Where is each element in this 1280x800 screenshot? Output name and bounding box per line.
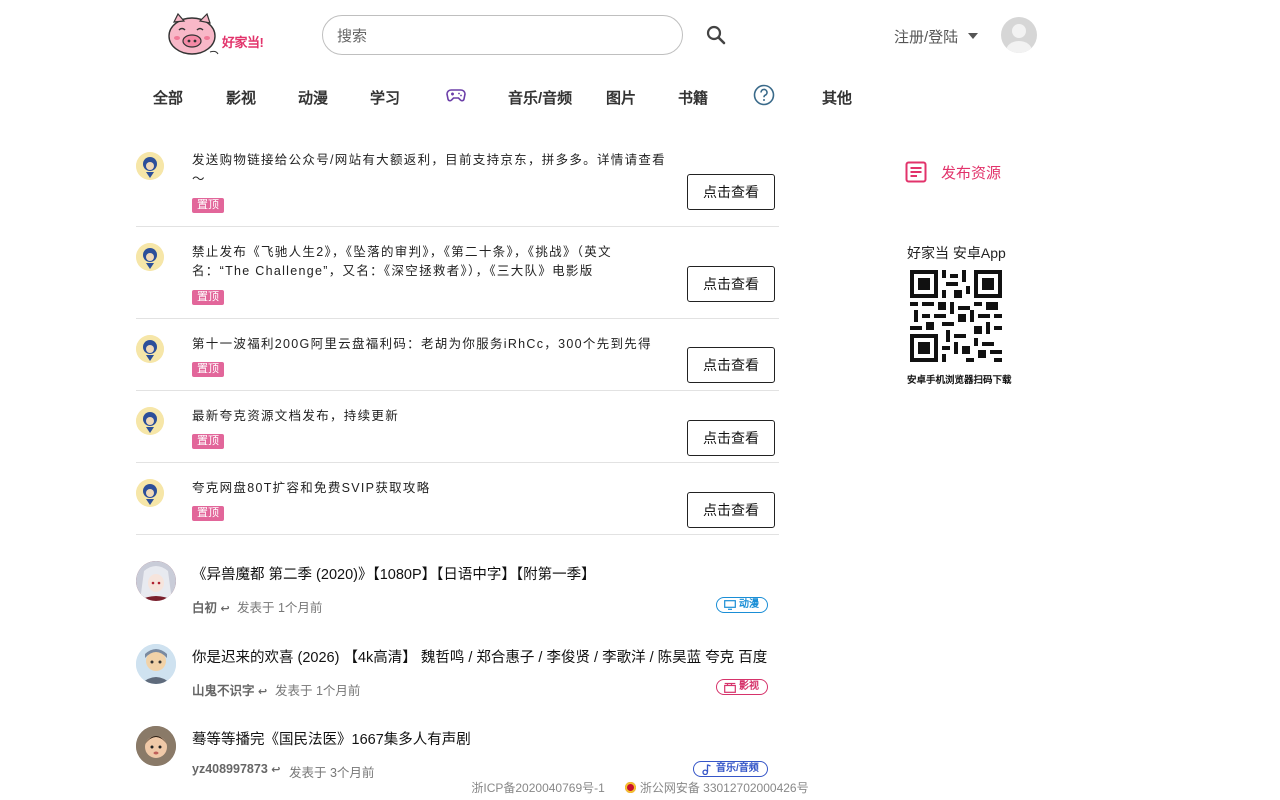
category-badge[interactable]: 影视 bbox=[716, 679, 768, 695]
nav-movies[interactable]: 影视 bbox=[226, 87, 256, 108]
clapperboard-icon bbox=[724, 682, 736, 693]
police-badge-icon bbox=[625, 782, 637, 793]
pinned-tag: 置顶 bbox=[192, 434, 224, 449]
post-title[interactable]: 蓦等等播完《国民法医》1667集多人有声剧 bbox=[192, 728, 471, 749]
pinned-title[interactable]: 夸克网盘80T扩容和免费SVIP获取攻略 bbox=[192, 479, 666, 498]
login-register-link[interactable]: 注册/登陆 bbox=[894, 26, 958, 47]
post-time: 发表于 1个月前 bbox=[275, 684, 361, 698]
publish-label: 发布资源 bbox=[941, 165, 1002, 182]
post-time: 发表于 1个月前 bbox=[237, 601, 323, 615]
police-record-link[interactable]: 浙公网安备 33012702000426号 bbox=[640, 781, 809, 795]
child-photo-avatar-icon bbox=[136, 726, 176, 766]
admin-avatar[interactable] bbox=[136, 152, 164, 180]
view-button[interactable]: 点击查看 bbox=[687, 174, 775, 210]
pinned-title[interactable]: 发送购物链接给公众号/网站有大额返利，目前支持京东，拼多多。详情请查看～ bbox=[192, 151, 666, 189]
monkey-avatar-icon bbox=[136, 479, 164, 507]
chevron-down-icon[interactable] bbox=[968, 33, 978, 39]
author-name[interactable]: 白初 ↩ bbox=[192, 597, 230, 616]
monkey-avatar-icon bbox=[136, 243, 164, 271]
category-badge[interactable]: 音乐/音频 bbox=[693, 761, 768, 777]
author-name-text: 山鬼不识字 bbox=[192, 684, 255, 698]
category-badge[interactable]: 动漫 bbox=[716, 597, 768, 613]
author-avatar[interactable] bbox=[136, 644, 176, 684]
author-name-text: 白初 bbox=[192, 601, 218, 615]
view-button[interactable]: 点击查看 bbox=[687, 492, 775, 528]
nav-music[interactable]: 音乐/音频 bbox=[508, 87, 572, 108]
search-icon bbox=[706, 25, 726, 45]
pinned-row: 发送购物链接给公众号/网站有大额返利，目前支持京东，拼多多。详情请查看～ 置顶 … bbox=[136, 143, 779, 227]
pinned-row: 最新夸克资源文档发布，持续更新 置顶 点击查看 bbox=[136, 391, 779, 463]
admin-avatar[interactable] bbox=[136, 243, 164, 271]
pinned-title[interactable]: 最新夸克资源文档发布，持续更新 bbox=[192, 407, 666, 426]
document-edit-icon bbox=[905, 161, 927, 183]
monkey-avatar-icon bbox=[136, 407, 164, 435]
category-badge-label: 影视 bbox=[739, 681, 759, 692]
nav-all[interactable]: 全部 bbox=[153, 87, 183, 108]
post-title[interactable]: 你是迟来的欢喜 (2026) 【4k高清】 魏哲鸣 / 郑合惠子 / 李俊贤 /… bbox=[192, 646, 767, 667]
author-name-text: yz408997873 bbox=[192, 762, 268, 776]
user-avatar[interactable] bbox=[1001, 17, 1037, 53]
app-promo-title: 好家当 安卓App bbox=[907, 245, 1006, 261]
user-placeholder-icon bbox=[1006, 24, 1032, 53]
footer: 浙ICP备2020040769号-1 浙公网安备 33012702000426号 bbox=[0, 779, 1280, 796]
pinned-tag: 置顶 bbox=[192, 198, 224, 213]
admin-avatar[interactable] bbox=[136, 479, 164, 507]
nav-games[interactable] bbox=[445, 84, 467, 111]
monkey-avatar-icon bbox=[136, 335, 164, 363]
pig-mascot-icon bbox=[168, 12, 219, 55]
pinned-tag: 置顶 bbox=[192, 290, 224, 305]
cartoon-avatar-icon bbox=[136, 644, 176, 684]
reply-icon: ↩ bbox=[271, 764, 281, 776]
nav-images[interactable]: 图片 bbox=[606, 87, 636, 108]
pinned-tag: 置顶 bbox=[192, 506, 224, 521]
reply-icon: ↩ bbox=[258, 686, 268, 698]
nav-help[interactable] bbox=[753, 84, 775, 111]
pinned-row: 夸克网盘80T扩容和免费SVIP获取攻略 置顶 点击查看 bbox=[136, 463, 779, 535]
anime-avatar-icon bbox=[136, 561, 176, 601]
view-button[interactable]: 点击查看 bbox=[687, 266, 775, 302]
help-circle-icon bbox=[753, 84, 775, 106]
author-avatar[interactable] bbox=[136, 561, 176, 601]
pinned-title[interactable]: 第十一波福利200G阿里云盘福利码：老胡为你服务iRhCc，300个先到先得 bbox=[192, 335, 666, 354]
view-button[interactable]: 点击查看 bbox=[687, 420, 775, 456]
search-input[interactable] bbox=[335, 17, 659, 55]
publish-resource-link[interactable]: 发布资源 bbox=[905, 161, 1001, 188]
admin-avatar[interactable] bbox=[136, 407, 164, 435]
logo-text: 好家当! bbox=[222, 35, 264, 50]
nav-anime[interactable]: 动漫 bbox=[298, 87, 328, 108]
pinned-title[interactable]: 禁止发布《飞驰人生2》，《坠落的审判》，《第二十条》，《挑战》（英文名：“The… bbox=[192, 243, 666, 281]
reply-icon: ↩ bbox=[220, 603, 230, 615]
qr-caption: 安卓手机浏览器扫码下载 bbox=[907, 375, 1012, 386]
monkey-avatar-icon bbox=[136, 152, 164, 180]
nav-books[interactable]: 书籍 bbox=[678, 87, 708, 108]
author-avatar[interactable] bbox=[136, 726, 176, 766]
post-title[interactable]: 《异兽魔都 第二季 (2020)》【1080P】【日语中字】【附第一季】 bbox=[192, 563, 596, 584]
pinned-row: 第十一波福利200G阿里云盘福利码：老胡为你服务iRhCc，300个先到先得 置… bbox=[136, 319, 779, 391]
category-badge-label: 动漫 bbox=[739, 599, 759, 610]
category-badge-label: 音乐/音频 bbox=[716, 763, 759, 774]
app-download-qr-code bbox=[910, 270, 1002, 362]
icp-link[interactable]: 浙ICP备2020040769号-1 bbox=[471, 781, 604, 795]
music-note-icon bbox=[702, 764, 711, 775]
search-box bbox=[322, 15, 683, 55]
gamepad-icon bbox=[446, 89, 466, 102]
qr-code-icon bbox=[910, 270, 1002, 362]
author-name[interactable]: yz408997873 ↩ bbox=[192, 762, 280, 776]
search-button[interactable] bbox=[704, 23, 728, 47]
author-name[interactable]: 山鬼不识字 ↩ bbox=[192, 680, 267, 699]
pinned-tag: 置顶 bbox=[192, 362, 224, 377]
pinned-row: 禁止发布《飞驰人生2》，《坠落的审判》，《第二十条》，《挑战》（英文名：“The… bbox=[136, 227, 779, 319]
site-logo[interactable]: 好家当! bbox=[164, 12, 268, 58]
tv-icon bbox=[724, 600, 736, 610]
nav-study[interactable]: 学习 bbox=[370, 87, 400, 108]
admin-avatar[interactable] bbox=[136, 335, 164, 363]
view-button[interactable]: 点击查看 bbox=[687, 347, 775, 383]
nav-other[interactable]: 其他 bbox=[822, 87, 852, 108]
